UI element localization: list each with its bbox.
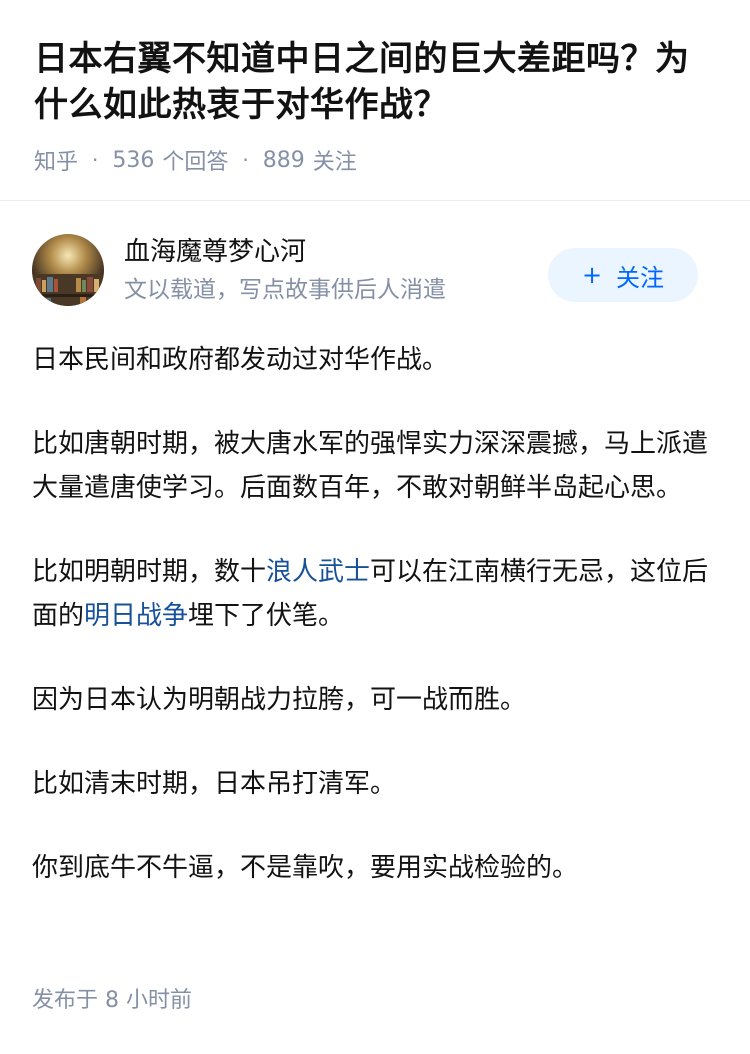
- author-card: 血海魔尊梦心河 文以载道，写点故事供后人消遣 + 关注: [32, 234, 718, 310]
- answer-paragraph: 比如唐朝时期，被大唐水军的强悍实力深深震撼，马上派遣大量遣唐使学习。后面数百年，…: [32, 429, 709, 503]
- answer-paragraph: 因为日本认为明朝战力拉胯，可一战而胜。: [32, 685, 527, 715]
- posted-time: 8 小时前: [105, 988, 193, 1013]
- paragraph-text: 埋下了伏笔。: [188, 601, 345, 631]
- link-ronin-samurai[interactable]: 浪人武士: [266, 557, 370, 587]
- paragraph-text: 比如明朝时期，数十: [32, 557, 267, 587]
- follower-count-label: 关注: [312, 150, 357, 175]
- follow-button[interactable]: + 关注: [548, 248, 698, 302]
- answer-paragraph: 日本民间和政府都发动过对华作战。: [32, 345, 449, 375]
- follow-label: 关注: [616, 263, 665, 292]
- follower-count: 889: [262, 147, 305, 173]
- question-header: 日本右翼不知道中日之间的巨大差距吗？为什么如此热衷于对华作战？ 知乎 · 536…: [0, 0, 750, 178]
- meta-separator: ·: [242, 148, 249, 172]
- meta-separator: ·: [92, 148, 99, 172]
- source-label[interactable]: 知乎: [34, 144, 78, 176]
- avatar-image-icon: [32, 234, 104, 306]
- answer-paragraph: 比如明朝时期，数十浪人武士可以在江南横行无忌，这位后面的明日战争埋下了伏笔。: [32, 550, 718, 638]
- question-meta: 知乎 · 536 个回答 · 889 关注: [34, 142, 716, 178]
- header-divider: [0, 200, 750, 201]
- question-title[interactable]: 日本右翼不知道中日之间的巨大差距吗？为什么如此热衷于对华作战？: [34, 36, 716, 128]
- posted-label: 发布于: [32, 988, 99, 1013]
- plus-icon: +: [581, 261, 603, 289]
- link-ming-japan-war[interactable]: 明日战争: [84, 601, 188, 631]
- avatar[interactable]: [32, 234, 104, 306]
- answer-page: 日本右翼不知道中日之间的巨大差距吗？为什么如此热衷于对华作战？ 知乎 · 536…: [0, 0, 750, 1054]
- answer-content: 日本民间和政府都发动过对华作战。 比如唐朝时期，被大唐水军的强悍实力深深震撼，马…: [32, 338, 718, 930]
- post-time: 发布于 8 小时前: [32, 984, 192, 1018]
- author-name[interactable]: 血海魔尊梦心河: [124, 234, 306, 270]
- answer-paragraph: 你到底牛不牛逼，不是靠吹，要用实战检验的。: [32, 853, 579, 883]
- answer-count-label[interactable]: 个回答: [162, 144, 228, 176]
- answer-paragraph: 比如清末时期，日本吊打清军。: [32, 769, 397, 799]
- author-bio: 文以载道，写点故事供后人消遣: [124, 277, 446, 303]
- answer-count: 536: [112, 147, 155, 173]
